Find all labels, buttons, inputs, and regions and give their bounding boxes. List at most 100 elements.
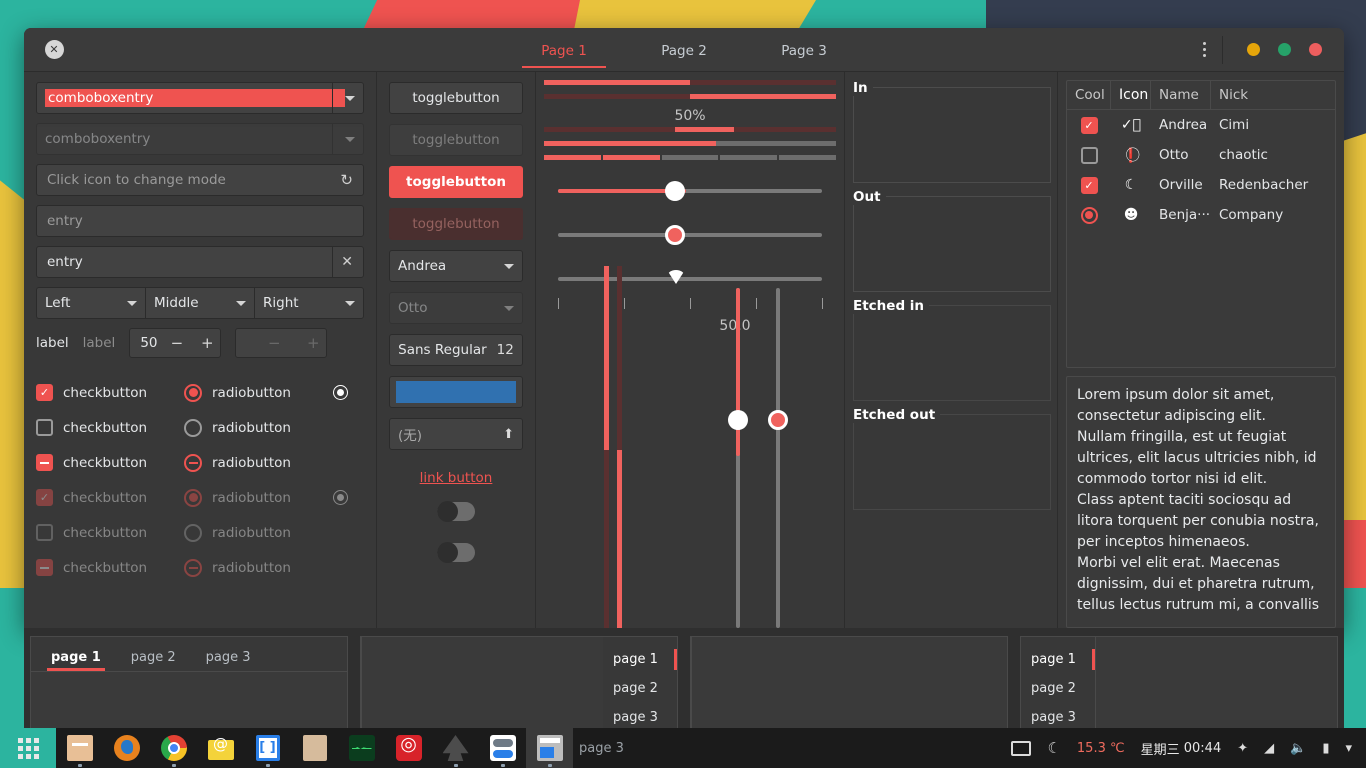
notebook-1-tab-page-3[interactable]: page 3 xyxy=(194,644,263,671)
table-row[interactable]: ✓ ☾ Orville Redenbacher xyxy=(1067,170,1335,200)
row-cool-checkbox[interactable] xyxy=(1081,147,1098,164)
table-row[interactable]: ✓ ✓⃝ Andrea Cimi xyxy=(1067,110,1335,140)
taskbar-monitor-icon[interactable] xyxy=(338,728,385,768)
radiobutton-indeterminate[interactable] xyxy=(184,454,202,472)
taskbar-music-icon[interactable] xyxy=(385,728,432,768)
color-button[interactable] xyxy=(389,376,523,408)
row-cool-checkbox[interactable]: ✓ xyxy=(1081,117,1098,134)
spinbutton-enabled[interactable]: 50 − + xyxy=(129,328,221,358)
treeview-header-cool[interactable]: Cool xyxy=(1067,81,1111,109)
slider-knob[interactable] xyxy=(665,225,685,245)
treeview-header-name[interactable]: Name xyxy=(1151,81,1211,109)
taskbar-firefox-icon[interactable] xyxy=(103,728,150,768)
file-chooser-button[interactable]: (无) ⬆ xyxy=(389,418,523,450)
icon-mode-entry[interactable]: Click icon to change mode ↻ xyxy=(36,164,364,196)
taskbar-editor-icon[interactable] xyxy=(244,728,291,768)
close-button[interactable] xyxy=(1309,43,1322,56)
h-slider-filled[interactable] xyxy=(544,178,836,204)
chevron-down-icon[interactable] xyxy=(127,301,137,306)
v-slider-red[interactable] xyxy=(776,288,780,628)
frame-in-body xyxy=(853,87,1051,183)
row-cool-radio[interactable] xyxy=(1081,207,1098,224)
notebook-1-tab-page-2[interactable]: page 2 xyxy=(119,644,188,671)
v-slider-red-knob[interactable] xyxy=(768,410,788,430)
refresh-icon[interactable]: ↻ xyxy=(340,171,353,189)
chevron-down-icon[interactable] xyxy=(504,264,514,269)
combo-left[interactable]: Left xyxy=(36,287,145,319)
notebook-1-tab-2-label: page 2 xyxy=(131,650,176,665)
taskbar-widget-factory-icon[interactable] xyxy=(526,728,573,768)
taskbar-mail-icon[interactable] xyxy=(197,728,244,768)
radiobutton-unselected-disabled xyxy=(184,524,202,542)
clearable-entry[interactable]: entry ✕ xyxy=(36,246,364,278)
notebook-2-tab-page-2[interactable]: page 2 xyxy=(603,674,677,703)
frame-in-title: In xyxy=(853,80,873,96)
tab-page-2[interactable]: Page 2 xyxy=(624,31,744,69)
battery-icon[interactable]: ▮ xyxy=(1314,728,1337,768)
tab-page-3[interactable]: Page 3 xyxy=(744,31,864,69)
progress-percent-label: 50% xyxy=(544,108,836,124)
minimize-button[interactable] xyxy=(1247,43,1260,56)
notebook-2-tab-page-1[interactable]: page 1 xyxy=(603,645,677,674)
chevron-down-icon[interactable]: ▾ xyxy=(1337,728,1360,768)
notebook-4-tab-page-1[interactable]: page 1 xyxy=(1021,645,1095,674)
notebook-4-tab-page-2[interactable]: page 2 xyxy=(1021,674,1095,703)
checkbutton-indeterminate[interactable] xyxy=(36,454,53,471)
treeview[interactable]: Cool Icon Name Nick ✓ ✓⃝ Andrea Cimi ❗⃝ … xyxy=(1066,80,1336,368)
v-slider-white[interactable] xyxy=(736,288,740,628)
textview[interactable]: Lorem ipsum dolor sit amet, consectetur … xyxy=(1066,376,1336,628)
combo-middle[interactable]: Middle xyxy=(145,287,254,319)
levelbar-segment xyxy=(603,155,660,160)
checkbutton-unchecked[interactable] xyxy=(36,419,53,436)
combobox-andrea[interactable]: Andrea xyxy=(389,250,523,282)
keyboard-icon[interactable] xyxy=(1003,728,1039,768)
mini-radio-indicator[interactable] xyxy=(334,386,347,399)
maximize-button[interactable] xyxy=(1278,43,1291,56)
volume-icon[interactable]: 🔈 xyxy=(1282,728,1314,768)
bluetooth-icon[interactable]: ✦ xyxy=(1229,728,1256,768)
chevron-down-icon[interactable] xyxy=(345,301,355,306)
wifi-icon[interactable]: ◢ xyxy=(1256,728,1282,768)
taskbar-folder-icon[interactable] xyxy=(56,728,103,768)
checkbutton-checked[interactable]: ✓ xyxy=(36,384,53,401)
comboboxentry-active[interactable]: comboboxentry xyxy=(36,82,364,114)
h-slider-red-knob[interactable] xyxy=(544,222,836,248)
clear-icon[interactable]: ✕ xyxy=(332,247,353,277)
radiobutton-unselected[interactable] xyxy=(184,419,202,437)
spinbutton-decrement[interactable]: − xyxy=(166,334,188,352)
apps-grid-icon[interactable] xyxy=(0,728,56,768)
switch-one[interactable] xyxy=(437,502,475,521)
togglebutton-normal[interactable]: togglebutton xyxy=(389,82,523,114)
taskbar-chrome-icon[interactable] xyxy=(150,728,197,768)
radiobutton-indeterminate-disabled xyxy=(184,559,202,577)
taskbar-inkscape-icon[interactable] xyxy=(432,728,479,768)
radiobutton-selected[interactable] xyxy=(184,384,202,402)
row-cool-checkbox[interactable]: ✓ xyxy=(1081,177,1098,194)
spinbutton-increment[interactable]: + xyxy=(196,334,218,352)
clock[interactable]: 星期三 00:44 xyxy=(1133,728,1230,768)
slider-knob[interactable] xyxy=(665,181,685,201)
table-row[interactable]: ☻ Benja··· Company xyxy=(1067,200,1335,230)
combo-right[interactable]: Right xyxy=(254,287,364,319)
notebook-1-tab-page-1[interactable]: page 1 xyxy=(39,644,113,671)
combobox-otto-disabled: Otto xyxy=(389,292,523,324)
table-row[interactable]: ❗⃝ Otto chaotic xyxy=(1067,140,1335,170)
page-tabs: Page 1 Page 2 Page 3 xyxy=(24,31,1344,69)
chevron-down-icon xyxy=(345,137,355,142)
chevron-down-icon[interactable] xyxy=(236,301,246,306)
font-button[interactable]: Sans Regular 12 xyxy=(389,334,523,366)
taskbar-settings-icon[interactable] xyxy=(479,728,526,768)
togglebutton-active[interactable]: togglebutton xyxy=(389,166,523,198)
taskbar-tan-window-icon[interactable] xyxy=(291,728,338,768)
treeview-header-icon[interactable]: Icon xyxy=(1111,81,1151,109)
spinbutton-disabled-increment: + xyxy=(302,334,324,352)
treeview-header-nick[interactable]: Nick xyxy=(1211,81,1335,109)
plain-entry[interactable]: entry xyxy=(36,205,364,237)
overflow-menu-icon[interactable] xyxy=(1187,42,1222,57)
v-slider-white-knob[interactable] xyxy=(728,410,748,430)
chevron-down-icon[interactable] xyxy=(345,96,355,101)
tab-page-1[interactable]: Page 1 xyxy=(504,31,624,69)
progressbar-1 xyxy=(544,80,836,85)
link-button[interactable]: link button xyxy=(389,460,523,486)
switch-two[interactable] xyxy=(437,543,475,562)
